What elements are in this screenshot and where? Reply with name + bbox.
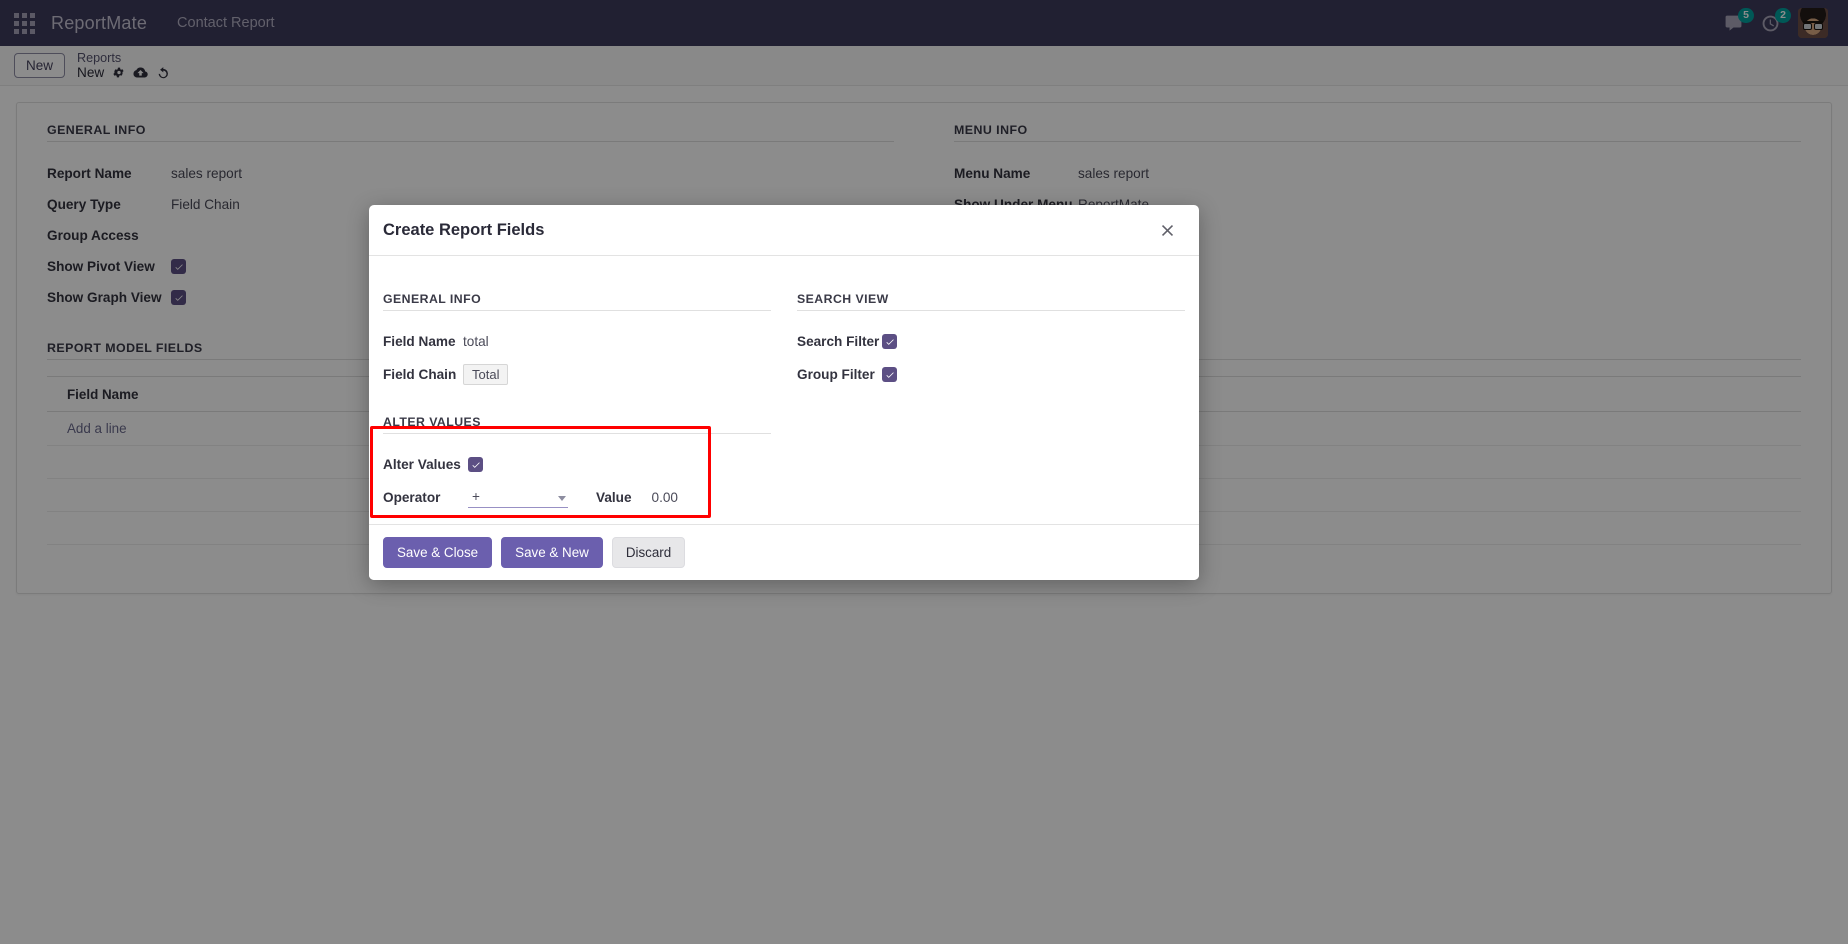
group-filter-row: Group Filter (797, 358, 1185, 391)
operator-label: Operator (383, 490, 441, 505)
search-view-title: SEARCH VIEW (797, 292, 1185, 311)
dialog-header: Create Report Fields (369, 205, 1199, 256)
dialog-search-view-group: SEARCH VIEW Search Filter Group Filter (797, 292, 1185, 514)
dialog-field-name-value[interactable]: total (463, 334, 489, 349)
dialog-footer: Save & Close Save & New Discard (369, 524, 1199, 580)
alter-values-label: Alter Values (383, 457, 461, 472)
alter-values-row: Alter Values (383, 448, 771, 481)
check-icon (471, 461, 480, 468)
search-filter-row: Search Filter (797, 325, 1185, 358)
close-icon[interactable] (1158, 221, 1177, 240)
dialog-title: Create Report Fields (383, 221, 545, 239)
operator-select[interactable]: + (468, 487, 568, 508)
group-filter-label: Group Filter (797, 367, 875, 382)
search-filter-checkbox[interactable] (882, 334, 897, 349)
check-icon (885, 338, 894, 345)
dialog-field-chain-label: Field Chain (383, 367, 457, 382)
operator-row: Operator + Value 0.00 (383, 481, 771, 514)
save-close-button[interactable]: Save & Close (383, 537, 493, 568)
save-new-button[interactable]: Save & New (501, 537, 603, 568)
dialog-general-info-group: GENERAL INFO Field Name total Field Chai… (370, 292, 771, 518)
value-label: Value (596, 490, 632, 505)
field-chain-tag[interactable]: Total (463, 364, 509, 385)
operator-select-wrapper: + (468, 487, 568, 508)
discard-button[interactable]: Discard (611, 537, 686, 568)
dialog-general-info-title: GENERAL INFO (383, 292, 771, 311)
check-icon (885, 371, 894, 378)
alter-values-title: ALTER VALUES (383, 415, 771, 434)
dialog-field-chain-row: Field Chain Total (383, 358, 771, 391)
alter-values-group: ALTER VALUES Alter Values Operator + Val… (370, 415, 771, 518)
alter-values-checkbox[interactable] (468, 457, 483, 472)
value-field[interactable]: 0.00 (652, 490, 678, 505)
dialog-field-name-row: Field Name total (383, 325, 771, 358)
create-report-fields-dialog: Create Report Fields GENERAL INFO Field … (369, 205, 1199, 580)
search-filter-label: Search Filter (797, 334, 880, 349)
group-filter-checkbox[interactable] (882, 367, 897, 382)
dialog-field-name-label: Field Name (383, 334, 456, 349)
dialog-body: GENERAL INFO Field Name total Field Chai… (369, 256, 1199, 524)
